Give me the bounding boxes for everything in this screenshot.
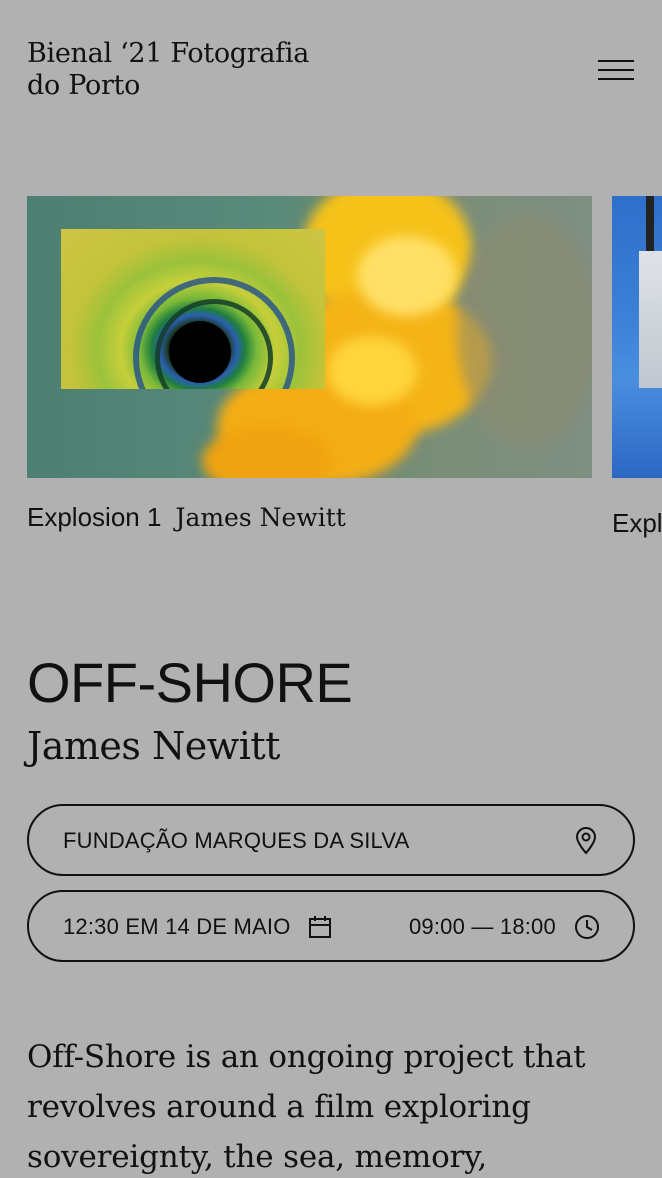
opening-hours: 09:00 — 18:00	[409, 914, 556, 939]
slide-image-inset	[61, 229, 325, 389]
site-logo[interactable]: Bienal ‘21 Fotografia do Porto	[27, 38, 347, 102]
hamburger-menu-icon[interactable]	[598, 58, 636, 82]
brand-line-1: Bienal ‘21 Fotografia	[27, 38, 310, 69]
carousel-slide[interactable]: Explosion 1 James Newitt	[27, 196, 592, 533]
exhibition-artist[interactable]: James Newitt	[27, 722, 280, 770]
slide-title: Expl	[612, 508, 662, 538]
schedule-pill[interactable]: 12:30 EM 14 DE MAIO 09:00 — 18:00	[27, 890, 635, 962]
page-frame: Bienal ‘21 Fotografia do Porto Explosion…	[0, 0, 662, 1178]
carousel-slide[interactable]: Expl	[612, 196, 662, 539]
slide-caption: Explosion 1 James Newitt	[27, 502, 592, 533]
slide-artist: James Newitt	[175, 503, 346, 532]
venue-name: FUNDAÇÃO MARQUES DA SILVA	[63, 828, 410, 853]
slide-image-explosion	[27, 196, 592, 478]
exhibition-title: OFF-SHORE	[27, 651, 353, 714]
venue-pill[interactable]: FUNDAÇÃO MARQUES DA SILVA	[27, 804, 635, 876]
exhibition-description: Off-Shore is an ongoing project that rev…	[27, 1039, 586, 1175]
event-date: 12:30 EM 14 DE MAIO	[63, 914, 291, 939]
calendar-icon	[309, 916, 331, 938]
brand-line-2: do Porto	[27, 70, 141, 101]
map-pin-icon	[575, 827, 597, 855]
image-carousel[interactable]: Explosion 1 James Newitt Expl	[27, 196, 662, 556]
slide-image-next	[612, 196, 662, 478]
slide-title: Explosion 1	[27, 502, 162, 532]
clock-icon	[575, 915, 599, 939]
